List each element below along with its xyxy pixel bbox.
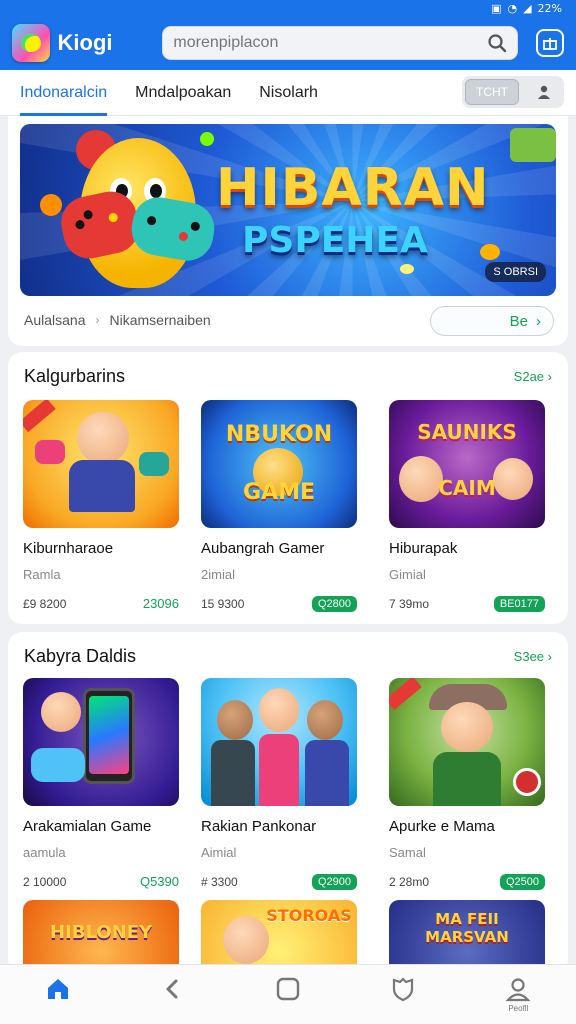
game-name: Arakamialan Game <box>23 818 152 835</box>
game-name: Apurke e Mama <box>389 818 495 835</box>
banner-badge: S OBRSI <box>485 262 546 282</box>
game-thumbnail[interactable]: MA FEII MARSVAN <box>389 900 545 964</box>
bottom-nav: Peofll <box>0 964 576 1024</box>
game-thumbnail[interactable]: NBUKON GAME <box>201 400 357 528</box>
status-bar: ▣ ◔ ◢ 22% <box>0 0 576 16</box>
nav-recents[interactable] <box>258 970 318 1020</box>
shield-icon <box>393 977 414 1002</box>
game-thumbnail[interactable] <box>23 400 179 528</box>
game-card[interactable]: Apurke e Mama Samal 2 28m0 Q2500 <box>389 678 545 890</box>
back-icon <box>166 979 178 999</box>
game-price: 23096 <box>142 596 179 611</box>
thumb-text: MA FEII MARSVAN <box>425 910 509 946</box>
game-category: 2imial <box>201 567 235 582</box>
tab-nisolarh[interactable]: Nisolarh <box>259 70 318 116</box>
app-logo[interactable] <box>12 24 50 62</box>
search-input[interactable] <box>173 34 488 52</box>
game-category: Aimial <box>201 845 237 860</box>
game-thumbnail[interactable] <box>23 678 179 806</box>
game-category: Ramla <box>23 567 61 582</box>
game-price: Q2800 <box>311 596 357 612</box>
signal-icon: ◢ <box>523 1 532 15</box>
game-downloads: £9 8200 <box>23 596 67 611</box>
game-downloads: 7 39mo <box>389 597 430 611</box>
game-name: Kiburnharaoe <box>23 540 114 557</box>
hero-button-label: Be <box>509 312 528 330</box>
filter-pill[interactable]: ТСНТ <box>465 79 519 105</box>
wifi-icon: ◔ <box>507 1 518 15</box>
app-title: Kiogi <box>57 30 113 55</box>
section-title: Kalgurbarins <box>24 366 126 386</box>
app-bar: Kiogi <box>0 16 576 70</box>
search-bar[interactable] <box>162 26 519 60</box>
game-downloads: 2 28m0 <box>389 875 430 889</box>
game-name: Rakian Pankonar <box>201 818 317 835</box>
section-more-link[interactable]: S2ae › <box>514 369 552 384</box>
game-card[interactable]: SAUNIKS CAIM Hiburapak Gimial 7 39mo BE0… <box>389 400 545 612</box>
game-thumbnail[interactable] <box>201 678 357 806</box>
game-card[interactable]: MA FEII MARSVAN <box>389 900 545 964</box>
search-icon[interactable] <box>487 33 507 53</box>
thumb-text: NBUKON GAME <box>225 422 333 505</box>
nav-home[interactable] <box>28 970 88 1020</box>
nav-profile[interactable]: Peofll <box>488 970 548 1020</box>
nav-back[interactable] <box>143 970 203 1020</box>
tab-mndalpoakan[interactable]: Mndalpoakan <box>135 70 231 116</box>
hero-banner[interactable]: HIBARAN PSPEHEA S OBRSI <box>20 124 556 296</box>
banner-subtitle: PSPEHEA <box>242 220 428 261</box>
game-thumbnail[interactable]: SAUNIKS CAIM <box>389 400 545 528</box>
game-card[interactable]: STOROAS <box>201 900 357 964</box>
game-name: Aubangrah Gamer <box>201 540 325 557</box>
game-downloads: # 3300 <box>201 875 238 889</box>
account-icon[interactable] <box>527 79 561 105</box>
game-card[interactable]: HIBLONEY <box>23 900 179 964</box>
home-icon <box>47 979 68 999</box>
nav-profile-label: Peofll <box>508 1004 529 1013</box>
hero-action-button[interactable]: Be › <box>430 306 554 336</box>
game-price: Q2900 <box>311 874 357 890</box>
top-tabs: Indonaralcin Mndalpoakan Nisolarh ТСНТ <box>0 70 576 116</box>
main-content[interactable]: HIBARAN PSPEHEA S OBRSI Aulalsana › Nika… <box>0 116 576 964</box>
section-kalgurbarins: Kalgurbarins S2ae › Kiburnharaoe Ramla £… <box>8 352 568 624</box>
battery-level: 22% <box>537 1 562 15</box>
tab-indonaralcin[interactable]: Indonaralcin <box>20 70 108 116</box>
game-thumbnail[interactable]: STOROAS <box>201 900 357 964</box>
game-card[interactable]: Kiburnharaoe Ramla £9 8200 23096 <box>23 400 179 611</box>
square-icon <box>276 977 300 1001</box>
profile-icon <box>505 978 531 1002</box>
nfc-icon: ▣ <box>491 1 502 15</box>
hero-meta-sep: › <box>95 313 100 327</box>
hero-meta: Aulalsana › Nikamsernaiben <box>24 312 211 328</box>
game-thumbnail[interactable] <box>389 678 545 806</box>
game-downloads: 15 9300 <box>201 597 245 611</box>
hero-card: HIBARAN PSPEHEA S OBRSI Aulalsana › Nika… <box>8 116 568 346</box>
game-thumbnail[interactable]: HIBLONEY <box>23 900 179 964</box>
thumb-text: HIBLONEY <box>49 922 152 943</box>
game-downloads: 2 10000 <box>23 874 67 889</box>
game-card[interactable]: Arakamialan Game aamula 2 10000 Q5390 <box>23 678 179 889</box>
hero-meta-left[interactable]: Aulalsana <box>24 312 86 328</box>
tab-tools: ТСНТ <box>462 76 564 108</box>
game-category: aamula <box>23 845 66 860</box>
chevron-right-icon: › <box>536 312 541 330</box>
game-category: Samal <box>389 845 426 860</box>
game-name: Hiburapak <box>389 540 458 557</box>
game-card[interactable]: Rakian Pankonar Aimial # 3300 Q2900 <box>201 678 357 890</box>
section-more-link[interactable]: S3ee › <box>514 649 552 664</box>
game-price: Q5390 <box>139 874 179 889</box>
section-kabyra-daldis: Kabyra Daldis S3ee › Arakamialan Game aa… <box>8 632 568 964</box>
game-category: Gimial <box>389 567 426 582</box>
banner-title: HIBARAN <box>216 158 490 218</box>
section-title: Kabyra Daldis <box>24 646 137 666</box>
nav-shield[interactable] <box>373 970 433 1020</box>
thumb-text: STOROAS <box>266 906 352 925</box>
game-price: Q2500 <box>499 874 545 890</box>
thumb-text: SAUNIKS CAIM <box>417 420 517 500</box>
gift-icon[interactable] <box>536 29 564 57</box>
hero-meta-right[interactable]: Nikamsernaiben <box>110 312 211 328</box>
game-price: BE0177 <box>493 596 545 612</box>
game-card[interactable]: NBUKON GAME Aubangrah Gamer 2imial 15 93… <box>201 400 357 612</box>
